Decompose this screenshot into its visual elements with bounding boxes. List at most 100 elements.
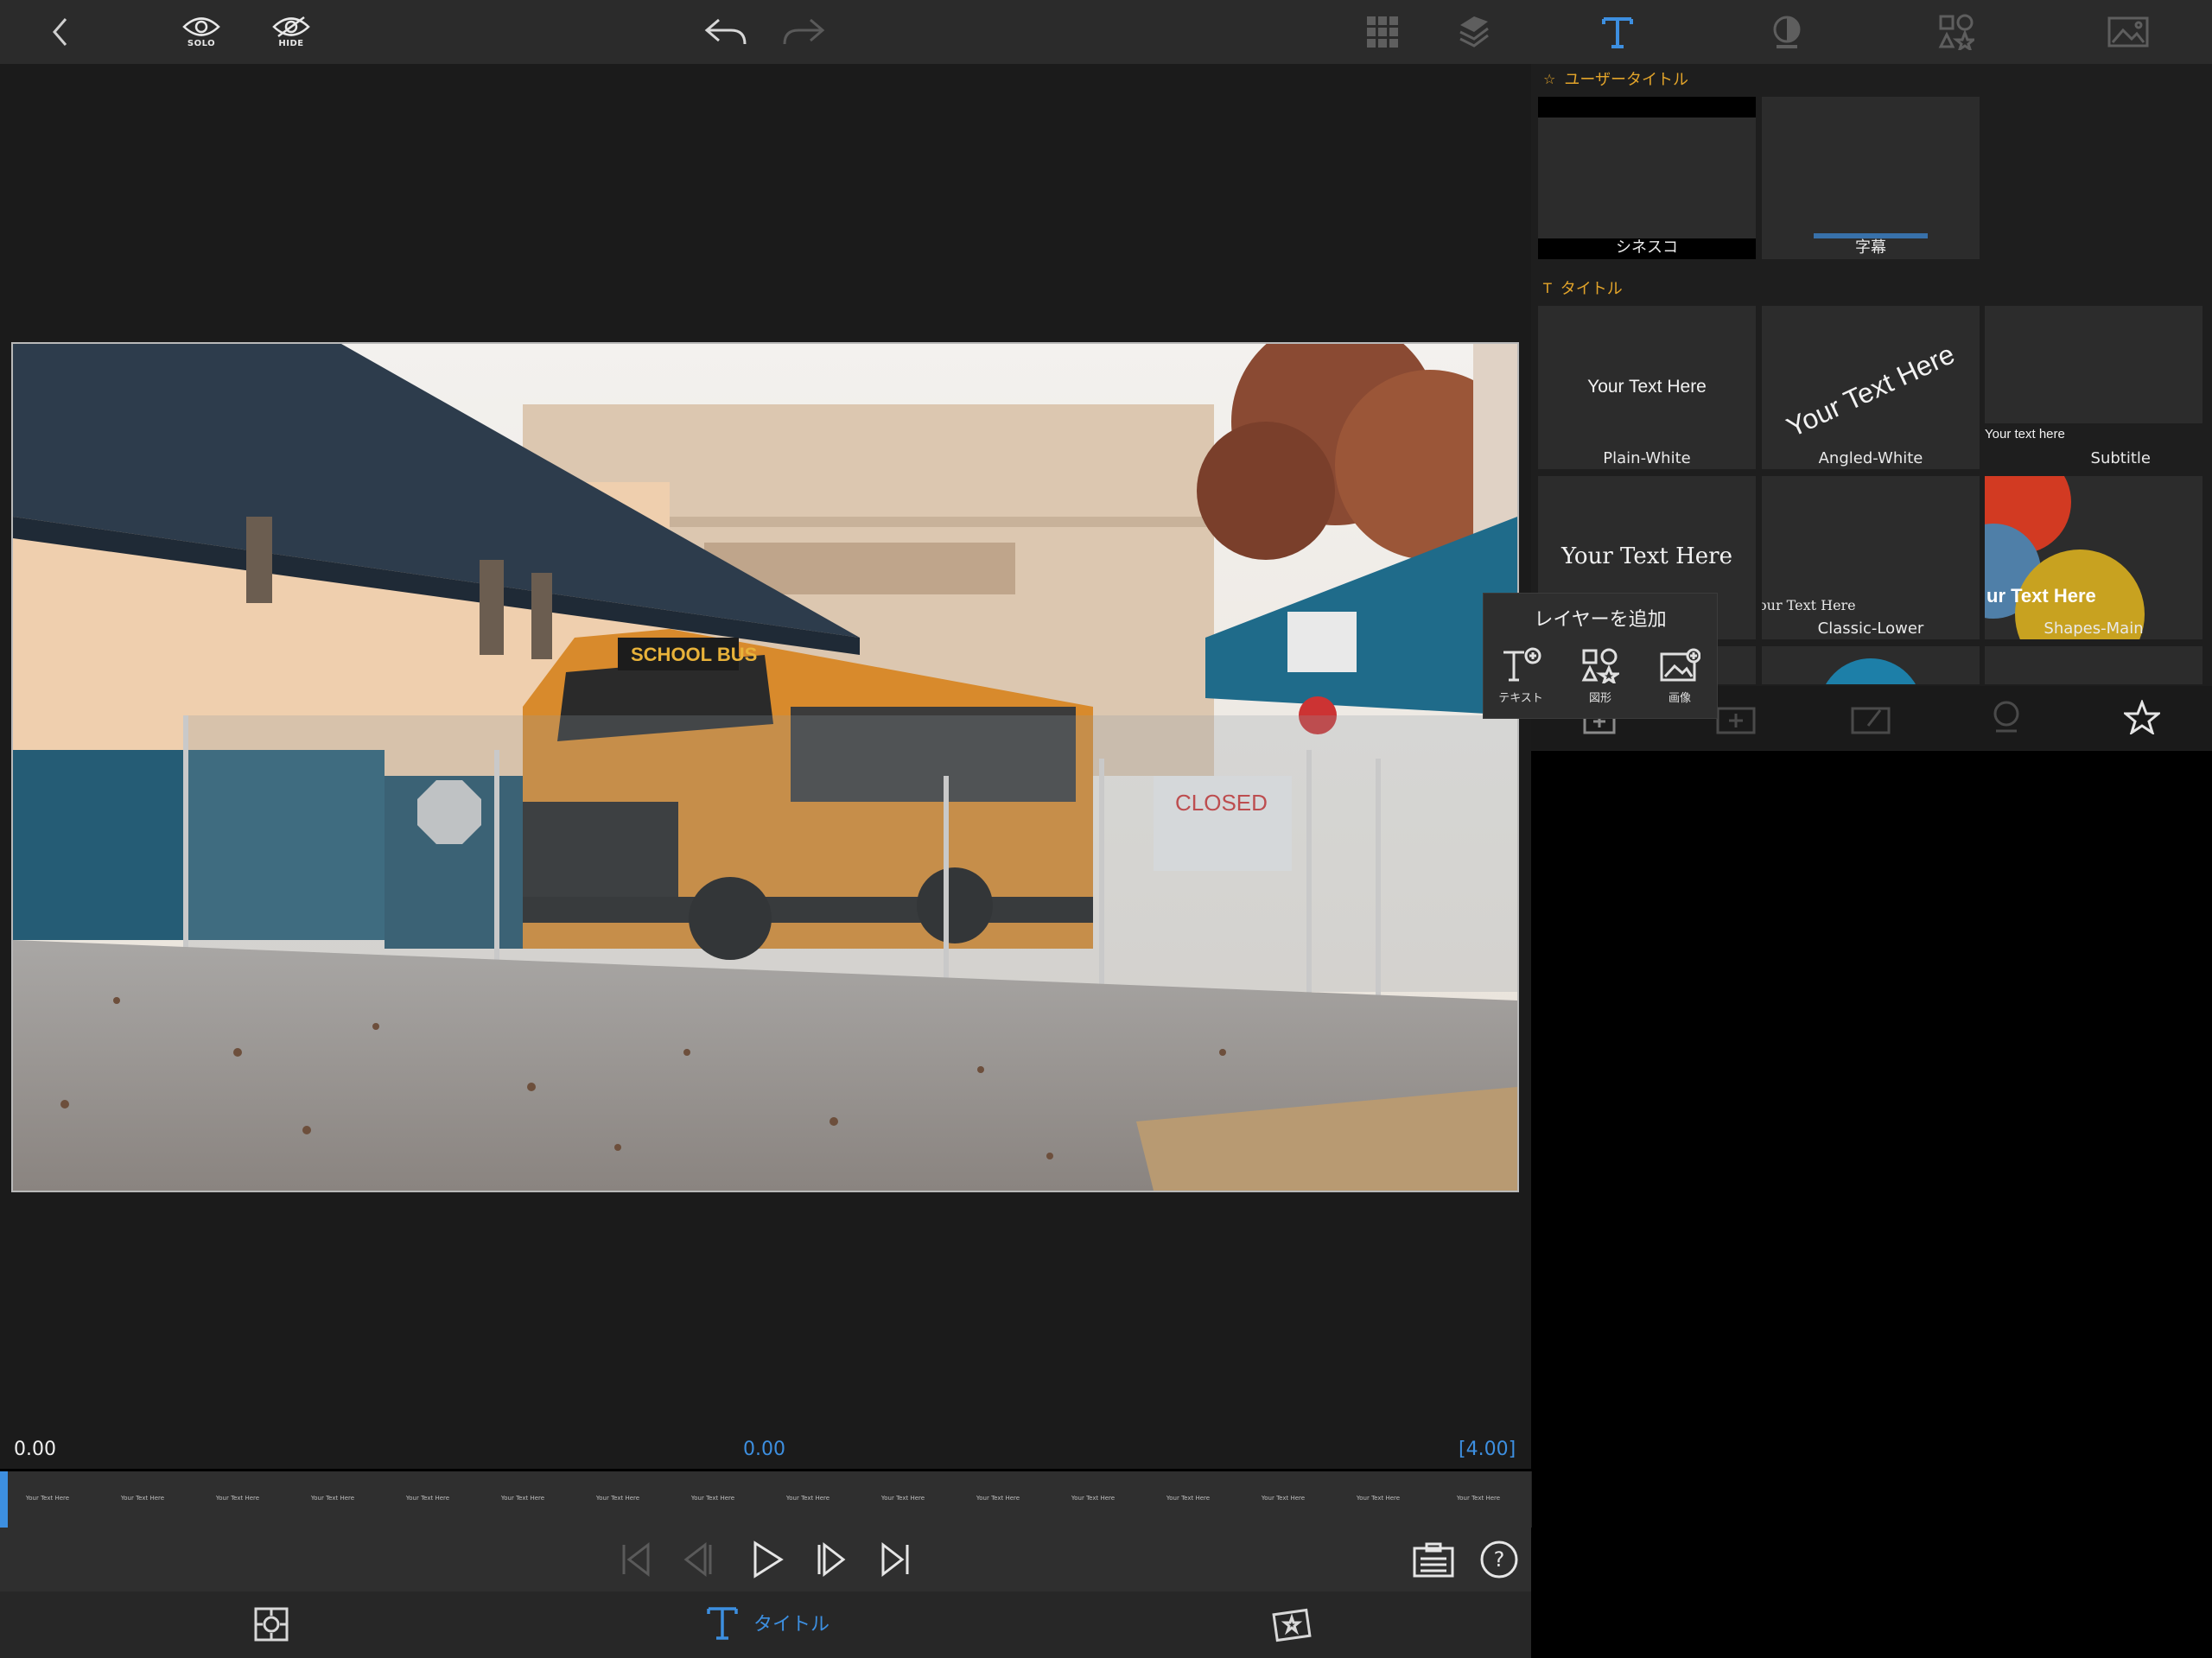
svg-text:?: ?	[1494, 1547, 1505, 1572]
tile-preview-text: Your Text Here	[1587, 377, 1707, 397]
video-preview[interactable]: SCHOOL BUS CLOSED	[11, 342, 1519, 1192]
skip-to-start-icon[interactable]	[619, 1541, 653, 1578]
tile-label: Subtitle	[2090, 449, 2151, 467]
timeline-frame: Your Text Here	[1331, 1471, 1427, 1528]
hide-eye-icon	[272, 16, 310, 38]
titles-title: タイトル	[1560, 280, 1623, 298]
title-tile-plain-white[interactable]: Your Text Here Plain-White	[1538, 306, 1756, 469]
tile-label: Shapes-Main	[2044, 619, 2144, 638]
text-add-icon	[1503, 647, 1541, 682]
duration-time[interactable]: [4.00]	[1459, 1439, 1516, 1460]
top-toolbar: SOLO HIDE	[0, 0, 2212, 64]
timeline-frame: Your Text Here	[1236, 1471, 1332, 1528]
title-tile-shapes-main[interactable]: ur Text Here Shapes-Main	[1985, 476, 2202, 639]
video-frame-image: SCHOOL BUS CLOSED	[13, 344, 1517, 1191]
color-adjust-icon[interactable]	[1991, 700, 2022, 734]
timeline-frame: Your Text Here	[855, 1471, 951, 1528]
letterbox-bar	[1538, 97, 1756, 118]
title-tile[interactable]	[1985, 646, 2202, 684]
tile-label: Classic-Lower	[1817, 619, 1924, 638]
hide-button[interactable]: HIDE	[267, 7, 315, 57]
timeline-frame: Your Text Here	[190, 1471, 286, 1528]
undo-icon[interactable]	[702, 7, 750, 57]
timeline-frame: Your Text Here	[760, 1471, 856, 1528]
timeline-frame: Your Text Here	[0, 1471, 96, 1528]
color-icon[interactable]	[1768, 7, 1806, 57]
back-chevron-icon[interactable]	[43, 7, 78, 57]
hide-label: HIDE	[278, 39, 304, 48]
image-icon[interactable]	[2107, 7, 2150, 57]
favorite-star-icon[interactable]	[2124, 700, 2160, 734]
title-tile-subtitle[interactable]: Your text here Subtitle	[1985, 306, 2202, 469]
bottom-tab-bar: タイトル	[0, 1591, 1531, 1658]
timeline-frame: Your Text Here	[1141, 1471, 1236, 1528]
timeline-frame: Your Text Here	[95, 1471, 191, 1528]
step-back-icon[interactable]	[681, 1541, 715, 1578]
tab-titles-label: タイトル	[753, 1614, 830, 1636]
title-tile[interactable]	[1762, 646, 1980, 684]
add-text-layer-button[interactable]: テキスト	[1491, 647, 1551, 705]
step-forward-icon[interactable]	[814, 1541, 849, 1578]
image-add-icon	[1660, 648, 1700, 682]
tile-preview-text: our Text Here	[1762, 597, 1856, 613]
skip-to-end-icon[interactable]	[878, 1541, 912, 1578]
title-t-icon: T	[1543, 279, 1552, 296]
user-tile-cinescope[interactable]: シネスコ	[1538, 97, 1756, 259]
grid-icon[interactable]	[1363, 7, 1402, 57]
add-title-icon[interactable]	[1716, 702, 1756, 734]
clipboard-icon[interactable]	[1412, 1541, 1455, 1578]
solo-label: SOLO	[187, 39, 216, 48]
timeline-frame: Your Text Here	[380, 1471, 476, 1528]
layers-icon[interactable]	[1455, 7, 1493, 57]
popup-item-label: 図形	[1588, 692, 1611, 705]
title-tile-classic-lower[interactable]: our Text Here Classic-Lower	[1762, 476, 1980, 639]
popup-item-label: 画像	[1668, 692, 1691, 705]
timeline-frame: Your Text Here	[1046, 1471, 1141, 1528]
play-icon[interactable]	[750, 1540, 785, 1579]
tile-preview-text: Your Text Here	[1782, 338, 1960, 443]
user-titles-title: ユーザータイトル	[1564, 71, 1688, 89]
shape-add-icon	[1581, 648, 1619, 683]
tile-label: シネスコ	[1616, 238, 1678, 257]
tile-preview-text: Your Text Here	[1561, 543, 1732, 569]
popup-item-label: テキスト	[1498, 692, 1543, 705]
star-icon: ☆	[1543, 70, 1556, 87]
timeline-frame: Your Text Here	[1426, 1471, 1532, 1528]
timeline-frame: Your Text Here	[475, 1471, 571, 1528]
current-time: 0.00	[14, 1439, 56, 1460]
tab-titles[interactable]: タイトル	[705, 1604, 830, 1642]
titles-header: T タイトル	[1543, 276, 1623, 299]
timeline-frame: Your Text Here	[665, 1471, 761, 1528]
user-titles-header: ☆ ユーザータイトル	[1543, 67, 1688, 90]
library-empty-area	[1531, 751, 2212, 1658]
shapes-preview	[1985, 476, 2202, 639]
edit-title-icon[interactable]	[1851, 702, 1891, 734]
timeline-frame: Your Text Here	[950, 1471, 1046, 1528]
timeline-filmstrip[interactable]: Your Text Here Your Text Here Your Text …	[0, 1471, 1532, 1528]
shape-preview	[1819, 658, 1923, 684]
popup-title: レイヤーを追加	[1534, 609, 1667, 631]
solo-button[interactable]: SOLO	[177, 7, 226, 57]
tile-preview-text: ur Text Here	[1986, 585, 2096, 607]
playhead-marker[interactable]	[0, 1471, 8, 1528]
add-shape-layer-button[interactable]: 図形	[1570, 647, 1630, 705]
transport-controls: ?	[0, 1528, 1531, 1591]
title-text-icon[interactable]	[1599, 7, 1637, 57]
position-target-icon[interactable]	[252, 1605, 290, 1643]
effects-icon[interactable]	[1272, 1605, 1312, 1643]
title-tile-angled-white[interactable]: Your Text Here Angled-White	[1762, 306, 1980, 469]
tile-preview-text: Your text here	[1985, 427, 2065, 441]
timeline-frame: Your Text Here	[570, 1471, 666, 1528]
help-icon[interactable]: ?	[1479, 1540, 1519, 1579]
tile-label: 字幕	[1855, 238, 1886, 257]
svg-text:SCHOOL BUS: SCHOOL BUS	[631, 644, 757, 665]
redo-icon[interactable]	[779, 7, 828, 57]
solo-eye-icon	[182, 17, 220, 36]
add-layer-popup: レイヤーを追加 テキスト 図形 画像	[1483, 593, 1718, 719]
user-tile-subtitles[interactable]: 字幕	[1762, 97, 1980, 259]
tile-label: Angled-White	[1818, 449, 1923, 467]
timeline-frame: Your Text Here	[285, 1471, 381, 1528]
playhead-time: 0.00	[743, 1439, 785, 1460]
shapes-icon[interactable]	[1937, 7, 1975, 57]
add-image-layer-button[interactable]: 画像	[1649, 647, 1710, 705]
